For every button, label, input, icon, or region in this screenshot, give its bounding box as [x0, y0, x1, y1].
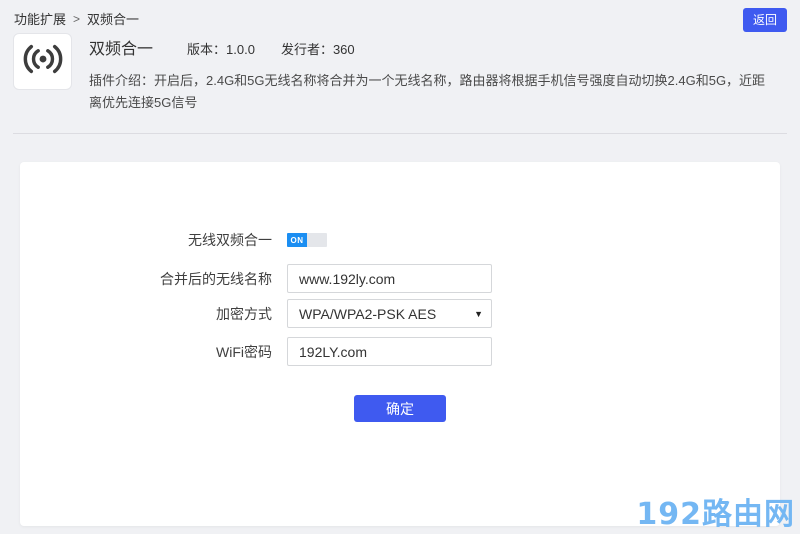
- site-watermark: 192路由网: [636, 489, 795, 533]
- confirm-button[interactable]: 确定: [354, 395, 446, 422]
- breadcrumb: 功能扩展 > 双频合一: [14, 9, 139, 28]
- encryption-selected-value: WPA/WPA2-PSK AES: [288, 306, 436, 322]
- topbar: 功能扩展 > 双频合一 返回: [0, 0, 800, 30]
- password-row: WiFi密码: [20, 337, 780, 366]
- wifi-signal-icon: [21, 41, 65, 82]
- password-label: WiFi密码: [20, 342, 287, 362]
- toggle-label: 无线双频合一: [20, 230, 287, 250]
- toggle-knob: [307, 233, 327, 247]
- page: { "header": { "breadcrumb": { "root": "功…: [0, 0, 800, 534]
- ssid-row: 合并后的无线名称: [20, 264, 780, 293]
- breadcrumb-root[interactable]: 功能扩展: [14, 9, 66, 28]
- plugin-info: 双频合一 版本：1.0.0 发行者：360 插件介绍：开启后，2.4G和5G无线…: [13, 33, 767, 114]
- wifi-password-input[interactable]: [287, 337, 492, 366]
- breadcrumb-current: 双频合一: [87, 9, 139, 28]
- dual-band-toggle[interactable]: ON: [287, 233, 327, 247]
- ssid-input[interactable]: [287, 264, 492, 293]
- plugin-description: 插件介绍：开启后，2.4G和5G无线名称将合并为一个无线名称，路由器将根据手机信…: [89, 70, 767, 114]
- section-divider: [13, 133, 787, 134]
- plugin-version: 版本：1.0.0: [187, 39, 255, 58]
- ssid-label: 合并后的无线名称: [20, 269, 287, 289]
- encryption-row: 加密方式 WPA/WPA2-PSK AES ▼: [20, 299, 780, 328]
- back-button[interactable]: 返回: [743, 8, 787, 32]
- encryption-select[interactable]: WPA/WPA2-PSK AES ▼: [287, 299, 492, 328]
- toggle-row: 无线双频合一 ON: [20, 230, 780, 250]
- plugin-icon-card: [13, 33, 72, 90]
- breadcrumb-separator: >: [73, 12, 80, 26]
- plugin-title: 双频合一: [89, 35, 153, 59]
- plugin-publisher: 发行者：360: [281, 39, 355, 58]
- settings-panel: 无线双频合一 ON 合并后的无线名称 加密方式 WPA/WPA2-PSK AES…: [20, 162, 780, 526]
- plugin-body: 双频合一 版本：1.0.0 发行者：360 插件介绍：开启后，2.4G和5G无线…: [89, 33, 767, 114]
- toggle-on-segment: ON: [287, 233, 307, 247]
- chevron-down-icon: ▼: [474, 309, 483, 319]
- encryption-label: 加密方式: [20, 304, 287, 324]
- plugin-title-row: 双频合一 版本：1.0.0 发行者：360: [89, 35, 767, 59]
